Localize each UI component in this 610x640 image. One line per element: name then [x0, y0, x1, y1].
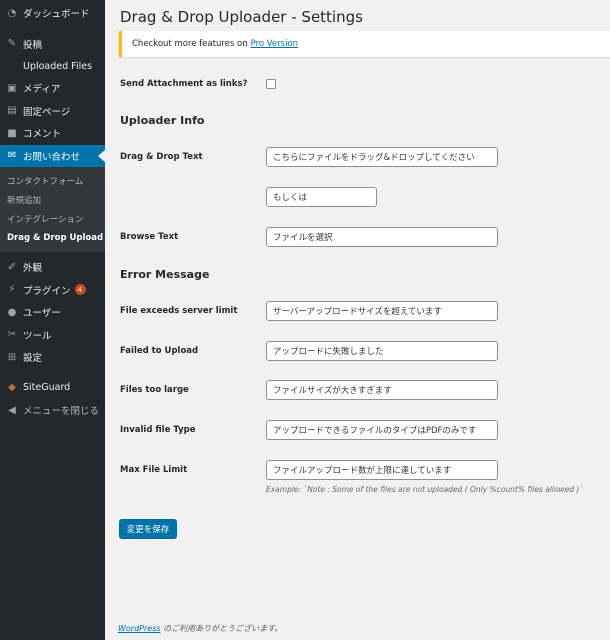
pro-version-link[interactable]: Pro Version: [251, 39, 298, 49]
sidebar-item-label: ツール: [23, 330, 52, 342]
sidebar-item-label: 投稿: [23, 39, 43, 51]
max-file-limit-label: Max File Limit: [120, 465, 188, 475]
collapse-icon: ◀: [8, 404, 16, 416]
brush-icon: ✐: [7, 261, 17, 273]
failed-upload-label: Failed to Upload: [120, 346, 199, 356]
siteguard-icon: ◆: [8, 382, 16, 394]
collapse-menu-label: メニューを閉じる: [23, 406, 100, 418]
sidebar-item-appearance[interactable]: ✐ 外観: [0, 256, 105, 279]
uploader-info-heading: Uploader Info: [120, 114, 205, 127]
too-large-input[interactable]: ファイルサイズが大きすぎます: [266, 380, 498, 400]
invalid-type-input[interactable]: アップロードできるファイルのタイプはPDFのみです: [266, 420, 498, 440]
drag-drop-text-input[interactable]: こちらにファイルをドラッグ&ドロップしてください: [266, 147, 498, 167]
browse-text-input[interactable]: ファイルを選択: [266, 227, 498, 247]
sidebar-item-posts[interactable]: ✎ 投稿: [0, 33, 105, 56]
max-file-limit-input[interactable]: ファイルアップロード数が上限に達しています: [266, 460, 498, 480]
sidebar-item-label: コメント: [23, 129, 62, 141]
sidebar-item-settings[interactable]: ⊞ 設定: [0, 346, 105, 369]
pro-version-notice: Checkout more features on Pro Version: [119, 31, 610, 57]
dashboard-icon: ◔: [7, 7, 17, 19]
sidebar-item-comments[interactable]: ■ コメント: [0, 122, 105, 145]
comment-icon: ■: [7, 127, 17, 139]
sidebar-item-label: SiteGuard: [23, 382, 71, 394]
sidebar-item-label: ユーザー: [23, 308, 61, 320]
footer-text: WordPress のご利用ありがとうございます。: [118, 623, 282, 634]
too-large-label: Files too large: [120, 385, 189, 395]
main-content: Drag & Drop Uploader - Settings Checkout…: [105, 0, 610, 640]
settings-icon: ⊞: [7, 351, 17, 363]
exceeds-limit-input[interactable]: サーバーアップロードサイズを超えています: [266, 301, 498, 321]
page-title: Drag & Drop Uploader - Settings: [120, 8, 363, 26]
sidebar-item-uploaded-files[interactable]: Uploaded Files: [0, 55, 105, 77]
submenu-integration[interactable]: インテグレーション: [0, 209, 105, 228]
sidebar-item-pages[interactable]: ▤ 固定ページ: [0, 100, 105, 123]
admin-sidebar: ◔ ダッシュボード ✎ 投稿 Uploaded Files ▣ メディア ▤ 固…: [0, 0, 105, 640]
max-file-limit-example: Example: `Note : Some of the files are n…: [266, 485, 584, 494]
or-text-input[interactable]: もしくは: [266, 187, 377, 207]
sidebar-item-plugins[interactable]: ⚡ プラグイン 4: [0, 279, 105, 302]
collapse-menu-button[interactable]: ◀ メニューを閉じる: [0, 399, 105, 422]
pin-icon: ✎: [7, 38, 17, 50]
error-message-heading: Error Message: [120, 268, 210, 281]
sidebar-item-label: 外観: [23, 263, 43, 275]
sidebar-item-label: プラグイン: [23, 285, 71, 297]
sidebar-item-label: 固定ページ: [23, 106, 71, 118]
sidebar-item-label: 設定: [23, 353, 43, 365]
submenu-add-new[interactable]: 新規追加: [0, 190, 105, 209]
failed-upload-input[interactable]: アップロードに失敗しました: [266, 341, 498, 361]
contact-submenu: コンタクトフォーム 新規追加 インテグレーション Drag & Drop Upl…: [0, 167, 105, 252]
send-attachment-label: Send Attachment as links?: [120, 79, 248, 89]
media-icon: ▣: [7, 82, 17, 94]
wordpress-link[interactable]: WordPress: [118, 624, 161, 633]
notice-text: Checkout more features on: [132, 39, 248, 49]
sidebar-item-siteguard[interactable]: ◆ SiteGuard: [0, 377, 105, 400]
wrench-icon: ✂: [7, 329, 17, 341]
sidebar-item-media[interactable]: ▣ メディア: [0, 77, 105, 100]
sidebar-item-label: ダッシュボード: [23, 9, 90, 21]
sidebar-item-label: お問い合わせ: [23, 151, 81, 163]
footer-thanks: のご利用ありがとうございます。: [160, 624, 283, 633]
exceeds-limit-label: File exceeds server limit: [120, 306, 238, 316]
mail-icon: ✉: [7, 150, 17, 162]
sidebar-item-contact[interactable]: ✉ お問い合わせ: [0, 144, 105, 167]
send-attachment-checkbox[interactable]: [266, 79, 276, 89]
plugin-update-badge: 4: [74, 284, 86, 296]
sidebar-item-label: メディア: [23, 84, 61, 96]
submenu-drag-drop-upload[interactable]: Drag & Drop Upload: [0, 228, 105, 247]
sidebar-item-users[interactable]: ● ユーザー: [0, 301, 105, 324]
user-icon: ●: [7, 306, 17, 318]
page-icon: ▤: [7, 105, 17, 117]
sidebar-item-tools[interactable]: ✂ ツール: [0, 324, 105, 347]
browse-text-label: Browse Text: [120, 232, 179, 242]
submenu-contact-forms[interactable]: コンタクトフォーム: [0, 171, 105, 190]
sidebar-item-dashboard[interactable]: ◔ ダッシュボード: [0, 2, 105, 25]
invalid-type-label: Invalid file Type: [120, 425, 196, 435]
save-button[interactable]: 変更を保存: [119, 519, 177, 539]
plugin-icon: ⚡: [8, 284, 16, 296]
drag-drop-label: Drag & Drop Text: [120, 152, 203, 162]
